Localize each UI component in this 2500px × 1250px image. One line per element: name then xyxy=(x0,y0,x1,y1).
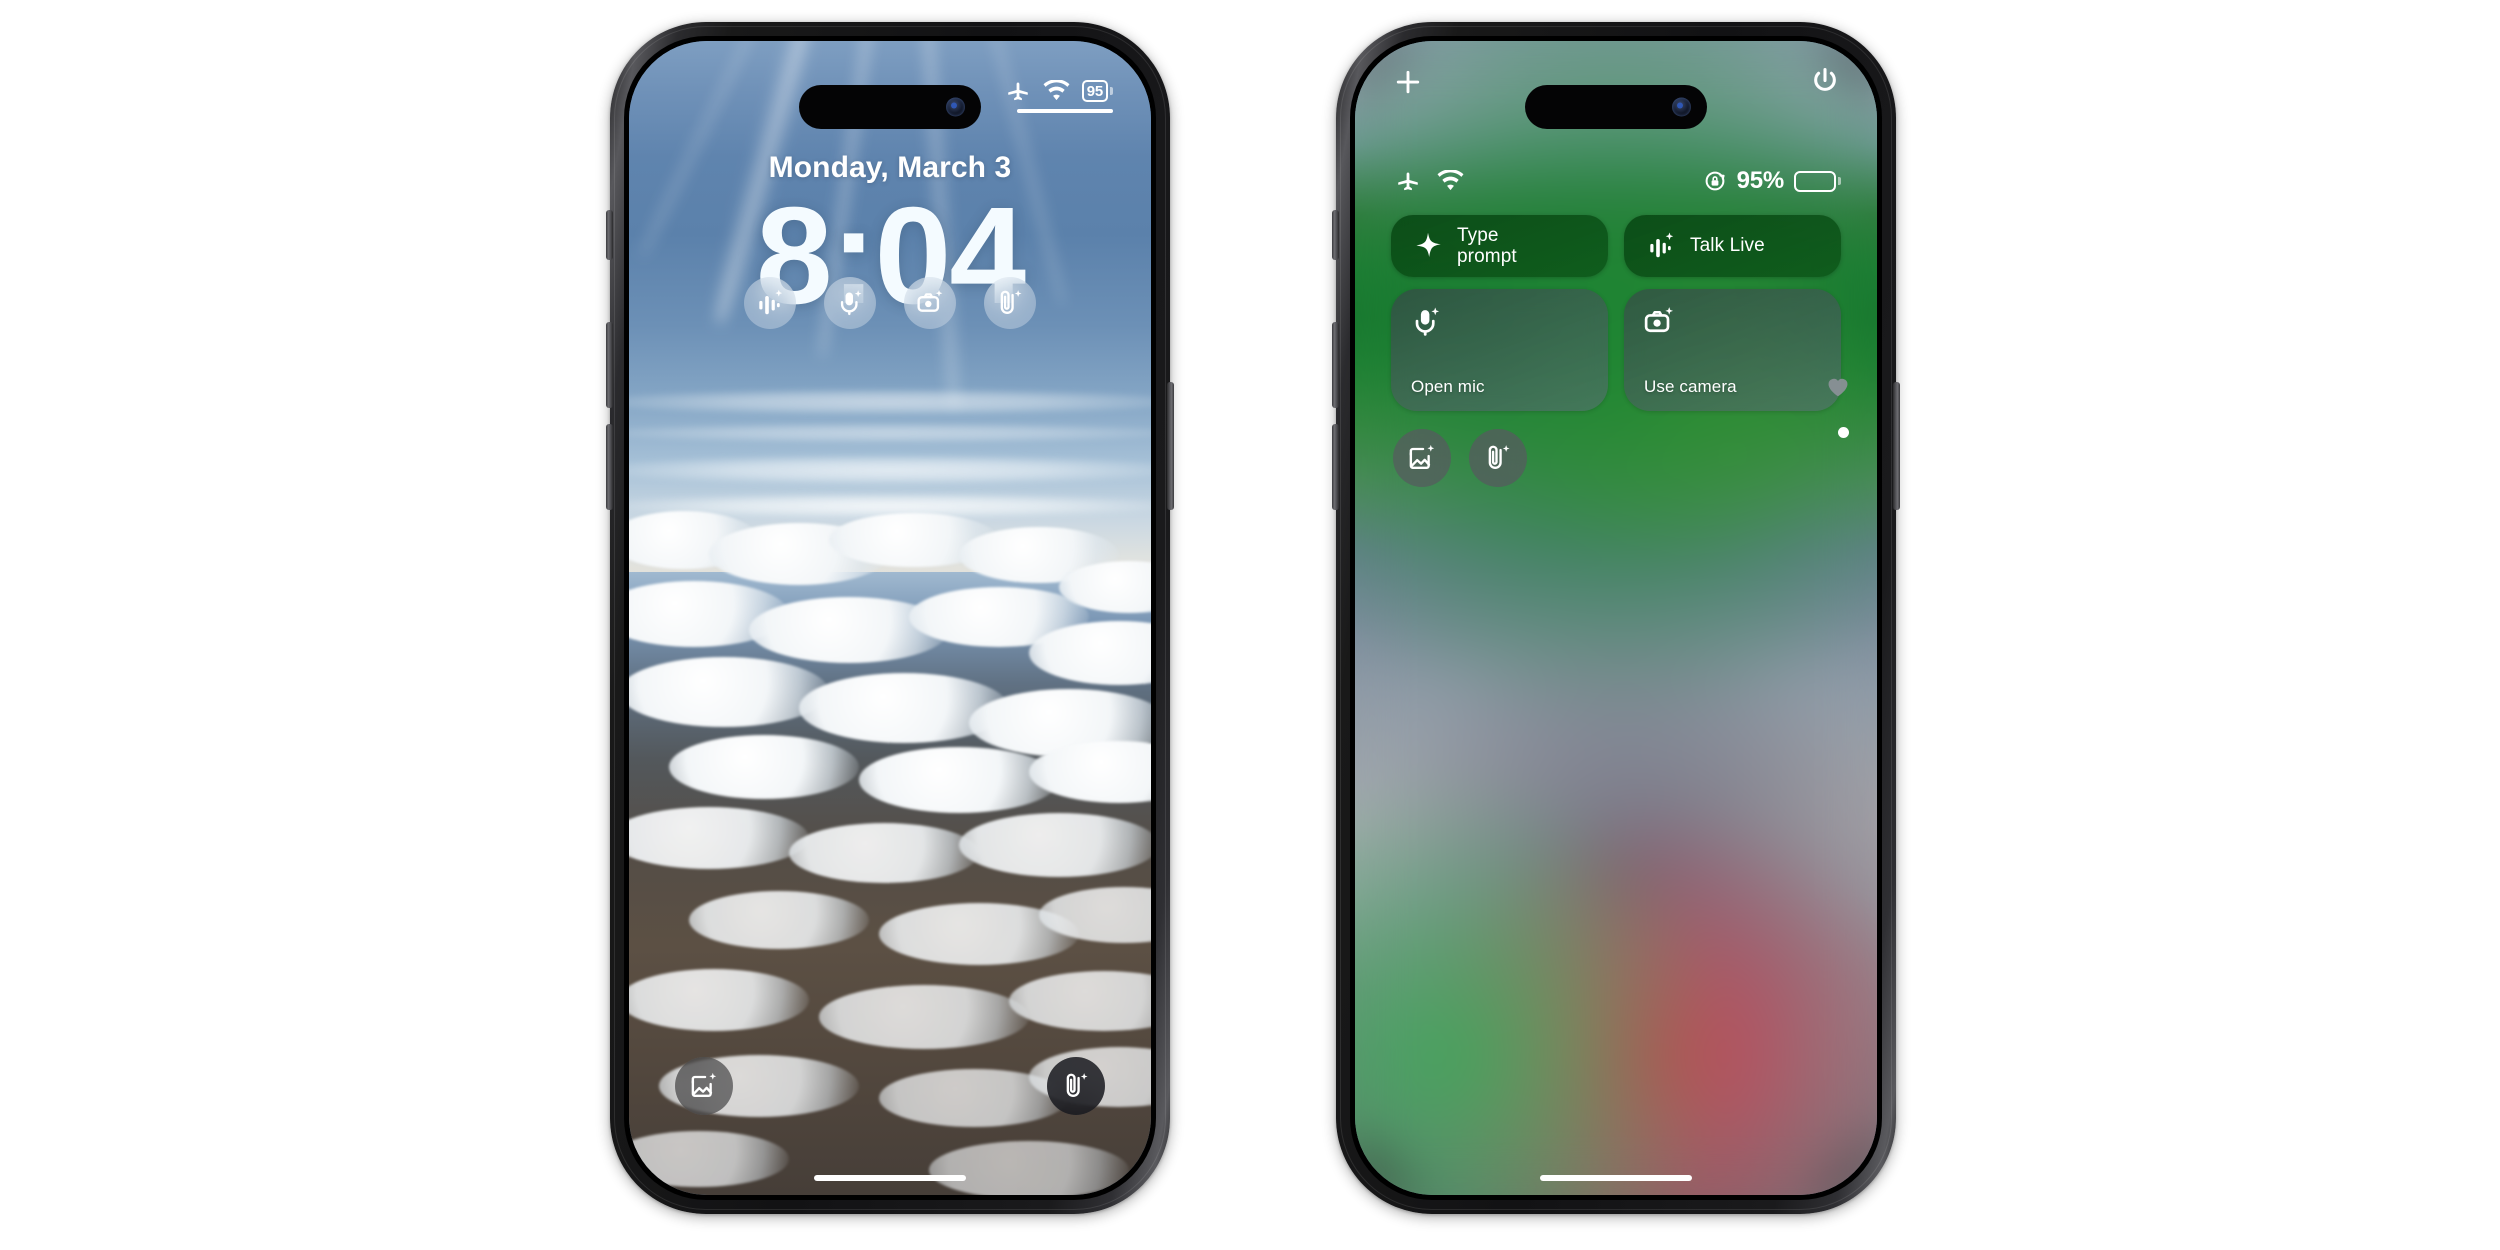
front-camera-lens xyxy=(946,97,965,117)
volume-up-button[interactable] xyxy=(606,322,613,408)
dynamic-island[interactable] xyxy=(799,85,981,129)
cloud-puff-19 xyxy=(689,891,869,949)
type-prompt-line2: prompt xyxy=(1457,246,1517,267)
type-prompt-line1: Type xyxy=(1457,224,1499,246)
power-button-2[interactable] xyxy=(1893,382,1900,510)
quick-action-row xyxy=(629,277,1151,329)
power-button[interactable] xyxy=(1167,382,1174,510)
front-camera-lens-2 xyxy=(1672,97,1691,117)
quick-action-use-camera[interactable] xyxy=(904,277,956,329)
dynamic-island-2[interactable] xyxy=(1525,85,1707,129)
talk-live-button[interactable]: Talk Live xyxy=(1624,215,1841,277)
attachment-button[interactable] xyxy=(1469,429,1527,487)
quick-action-talk-live[interactable] xyxy=(744,277,796,329)
battery-indicator: 95 xyxy=(1081,80,1113,102)
airplane-mode-icon xyxy=(1005,79,1031,103)
use-camera-tile[interactable]: Use camera xyxy=(1624,289,1841,411)
status-underline xyxy=(1017,109,1113,113)
battery-percent-label-2: 95% xyxy=(1736,167,1785,194)
bottom-attachment-button[interactable] xyxy=(1047,1057,1105,1115)
phone1-screen: 95 Monday, March 3 8:04 xyxy=(629,41,1151,1195)
battery-indicator-2 xyxy=(1794,170,1841,192)
sparkle-icon xyxy=(1413,231,1443,261)
battery-shell: 95 xyxy=(1081,80,1108,102)
wifi-icon xyxy=(1043,80,1070,102)
cloud-puff-17 xyxy=(789,823,979,883)
status-bar-right: 95 xyxy=(1005,79,1113,103)
cloud-puff-13 xyxy=(669,735,859,799)
battery-nub-2 xyxy=(1838,177,1841,185)
photo-library-button[interactable] xyxy=(1393,429,1451,487)
bottom-photo-library-button[interactable] xyxy=(675,1057,733,1115)
action-button[interactable] xyxy=(606,210,613,260)
add-control-button[interactable] xyxy=(1393,67,1423,97)
phone-lock-screen: 95 Monday, March 3 8:04 xyxy=(606,22,1174,1214)
microphone-sparkle-icon xyxy=(1409,305,1443,339)
cloud-band-2 xyxy=(629,423,1151,443)
phone2-screen: Weather › xyxy=(1355,41,1877,1195)
cloud-puff-14 xyxy=(859,747,1059,813)
favorites-page-indicator[interactable] xyxy=(1827,377,1849,397)
wifi-icon-2[interactable] xyxy=(1437,170,1464,192)
battery-nub xyxy=(1110,87,1113,95)
cloud-band-3 xyxy=(629,455,1151,485)
cloud-puff-18 xyxy=(959,813,1151,877)
cloud-band-1 xyxy=(629,389,1151,415)
scene-root: 95 Monday, March 3 8:04 95% Type prompt … xyxy=(0,0,2500,1250)
dot-icon xyxy=(1838,427,1849,438)
cloud-puff-29 xyxy=(929,1141,1129,1195)
phone2-bezel: Weather › xyxy=(1350,36,1882,1200)
talk-live-label: Talk Live xyxy=(1690,235,1765,257)
type-prompt-button[interactable]: Type prompt xyxy=(1391,215,1608,277)
quick-action-attachment[interactable] xyxy=(984,277,1036,329)
action-button-2[interactable] xyxy=(1332,210,1339,260)
connectivity-icons xyxy=(1395,169,1464,193)
current-page-indicator[interactable] xyxy=(1838,427,1849,438)
quick-action-open-mic[interactable] xyxy=(824,277,876,329)
phone1-bezel: 95 Monday, March 3 8:04 xyxy=(624,36,1156,1200)
type-prompt-label: Type prompt xyxy=(1457,225,1517,268)
volume-down-button[interactable] xyxy=(606,424,613,510)
assistant-tile-row: Open mic Use camera xyxy=(1391,289,1841,411)
camera-sparkle-icon xyxy=(1642,305,1676,339)
open-mic-label: Open mic xyxy=(1411,377,1485,396)
cloud-puff-23 xyxy=(819,985,1029,1049)
open-mic-tile[interactable]: Open mic xyxy=(1391,289,1608,411)
battery-shell-2 xyxy=(1794,170,1836,192)
assistant-circle-row xyxy=(1393,429,1527,487)
home-indicator-1[interactable] xyxy=(814,1175,966,1181)
waveform-sparkle-icon xyxy=(1646,231,1676,261)
battery-percent-label: 95 xyxy=(1086,82,1104,100)
assistant-pill-row: Type prompt Talk Live xyxy=(1391,215,1841,277)
home-indicator-2[interactable] xyxy=(1540,1175,1692,1181)
rotation-lock-icon xyxy=(1703,169,1727,193)
battery-status-group: 95% xyxy=(1703,167,1841,195)
airplane-mode-icon-2[interactable] xyxy=(1395,169,1421,193)
control-center-status-row: 95% xyxy=(1395,167,1841,195)
power-icon[interactable] xyxy=(1809,65,1841,97)
volume-up-button-2[interactable] xyxy=(1332,322,1339,408)
volume-down-button-2[interactable] xyxy=(1332,424,1339,510)
use-camera-label: Use camera xyxy=(1644,377,1737,396)
phone-control-center: Weather › xyxy=(1332,22,1900,1214)
